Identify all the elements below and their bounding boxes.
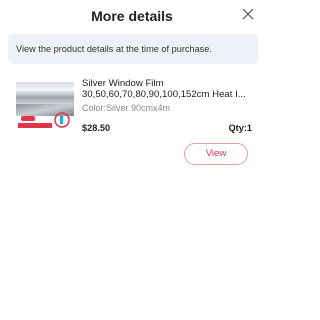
product-price: $28.50 — [82, 123, 111, 133]
product-name: Silver Window Film 30,50,60,70,80,90,100… — [82, 78, 250, 100]
purchase-notice: View the product details at the time of … — [8, 34, 258, 64]
notice-text: View the product details at the time of … — [16, 44, 212, 54]
product-name-line2: 30,50,60,70,80,90,100,152cm Heat I... — [82, 89, 246, 100]
close-icon[interactable] — [240, 6, 256, 22]
product-name-line1: Silver Window Film — [82, 78, 164, 89]
view-button[interactable]: View — [184, 143, 248, 165]
product-thumbnail[interactable] — [16, 76, 74, 130]
dialog-title: More details — [91, 8, 173, 24]
product-variant: Color:Silver 90cmx4m — [82, 103, 171, 113]
product-quantity: Qty:1 — [228, 123, 253, 133]
dialog-header: More details — [0, 0, 264, 34]
